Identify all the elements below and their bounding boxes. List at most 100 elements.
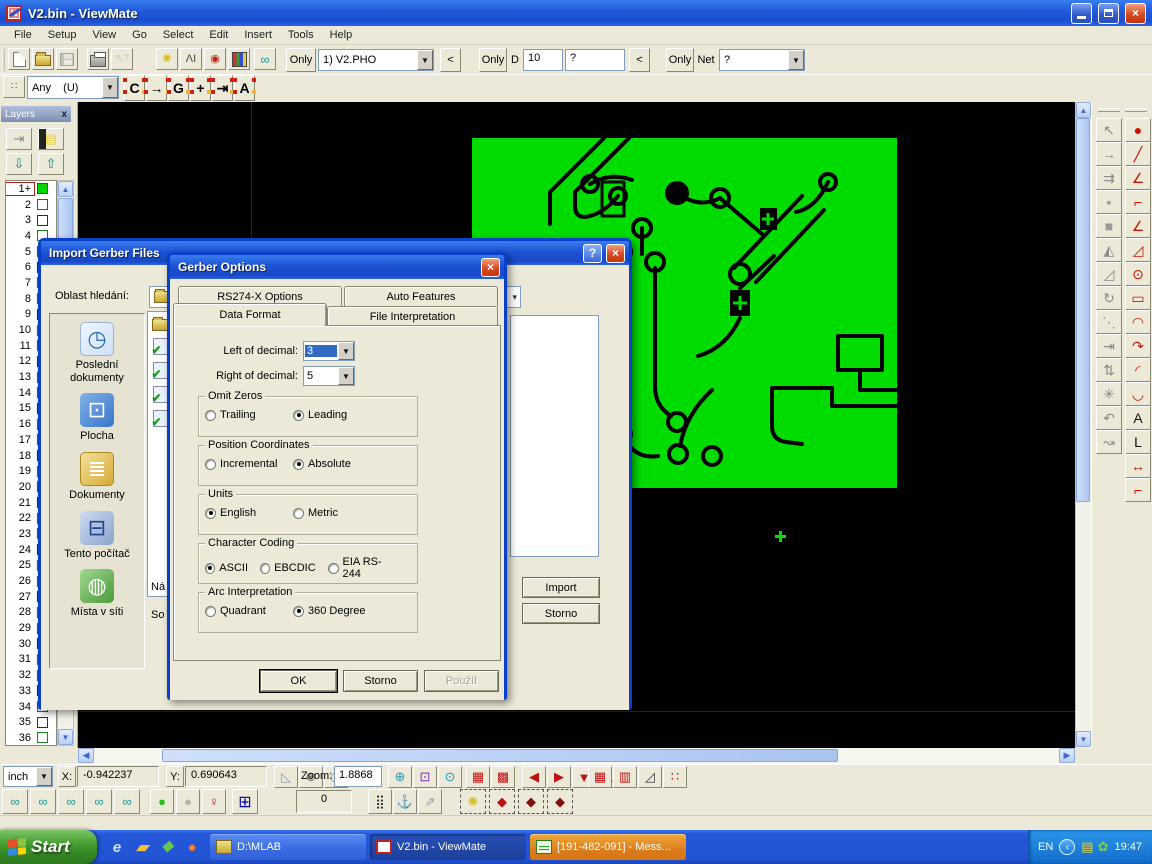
unit-select[interactable]: inch ▼ bbox=[3, 766, 53, 787]
gerber-file-icon[interactable] bbox=[153, 410, 168, 427]
aperture-flash-button[interactable]: + bbox=[190, 75, 211, 101]
scrollbar-thumb[interactable] bbox=[1076, 118, 1090, 502]
scroll-up-icon[interactable]: ▲ bbox=[58, 181, 73, 197]
radio-quadrant[interactable]: Quadrant bbox=[205, 605, 293, 617]
close-button[interactable]: × bbox=[1125, 3, 1146, 24]
viewport-vscrollbar[interactable]: ▲ ▼ bbox=[1075, 102, 1091, 748]
pointer-tool-icon[interactable]: ↖ bbox=[1096, 118, 1122, 142]
layer-select[interactable]: 1) V2.PHO ▼ bbox=[318, 49, 434, 71]
pad-rotate-icon[interactable]: ◆ bbox=[518, 789, 544, 814]
layer-colors-icon[interactable] bbox=[228, 48, 250, 70]
draw-pad-icon[interactable]: ● bbox=[1125, 118, 1151, 142]
grid-add-icon[interactable]: ▦ bbox=[588, 766, 612, 788]
snap-grid-icon[interactable]: ⣿ bbox=[368, 789, 392, 814]
radio-english[interactable]: English bbox=[205, 507, 293, 519]
gerber-file-icon[interactable] bbox=[153, 338, 168, 355]
scroll-down-icon[interactable]: ▼ bbox=[1076, 731, 1091, 747]
undo-arc-tool-icon[interactable]: ↶ bbox=[1096, 406, 1122, 430]
mirror-tool-icon[interactable]: ◭ bbox=[1096, 238, 1122, 262]
menu-item[interactable]: Insert bbox=[236, 27, 280, 43]
tray-notes-icon[interactable]: ▤ bbox=[1081, 839, 1093, 855]
aperture-h-button[interactable]: ⇥ bbox=[212, 75, 233, 101]
tile-windows-icon[interactable]: ⊞ bbox=[232, 789, 258, 814]
draw-arc-line-icon[interactable]: ◠ bbox=[1125, 310, 1151, 334]
draw-line-icon[interactable]: ╱ bbox=[1125, 142, 1151, 166]
menu-item[interactable]: Help bbox=[322, 27, 361, 43]
pad-corner-icon[interactable]: ◆ bbox=[547, 789, 573, 814]
dock-layer-button[interactable]: ⇥ bbox=[6, 128, 32, 150]
aperture-draw-button[interactable]: → bbox=[146, 75, 167, 101]
highlight-on-icon[interactable]: ● bbox=[150, 789, 174, 814]
dialog-title-bar[interactable]: Gerber Options × bbox=[170, 255, 504, 279]
aperture-c-button[interactable]: C bbox=[124, 75, 145, 101]
measure-angle-icon[interactable]: ◺ bbox=[274, 766, 298, 788]
resize-select-icon[interactable]: ◿ bbox=[638, 766, 662, 788]
clock[interactable]: 19:47 bbox=[1114, 841, 1142, 853]
menu-item[interactable]: Setup bbox=[40, 27, 85, 43]
layer-row[interactable]: 2 bbox=[6, 197, 56, 213]
help-icon[interactable]: ? bbox=[583, 244, 602, 263]
menu-item[interactable]: Select bbox=[155, 27, 202, 43]
settings-tool-icon[interactable]: ✳ bbox=[1096, 382, 1122, 406]
selected-files-listbox[interactable] bbox=[510, 315, 599, 557]
zoom-in-icon[interactable]: ⊕ bbox=[388, 766, 412, 788]
layer-stack-button[interactable]: ▤ bbox=[38, 128, 64, 150]
view-traces-icon[interactable]: ∞ bbox=[86, 789, 112, 814]
move-tool-icon[interactable]: → bbox=[1096, 142, 1122, 166]
new-file-icon[interactable] bbox=[8, 48, 30, 70]
step-repeat-tool-icon[interactable]: ⇅ bbox=[1096, 358, 1122, 382]
small-square-tool-icon[interactable]: ▪ bbox=[1096, 190, 1122, 214]
move-vertex-tool-icon[interactable]: ⇥ bbox=[1096, 334, 1122, 358]
gerber-file-icon[interactable] bbox=[153, 386, 168, 403]
cancel-button[interactable]: Storno bbox=[522, 603, 600, 624]
tab-data-format[interactable]: Data Format bbox=[173, 303, 327, 326]
menu-item[interactable]: View bbox=[84, 27, 124, 43]
dcode-input[interactable]: 10 bbox=[523, 49, 563, 71]
pan-right-icon[interactable]: ▶ bbox=[547, 766, 571, 788]
scroll-down-icon[interactable]: ▼ bbox=[58, 729, 73, 745]
only-layer-toggle[interactable]: Only bbox=[286, 48, 316, 72]
folder-icon[interactable] bbox=[152, 319, 169, 331]
draw-rect-icon[interactable]: ▭ bbox=[1125, 286, 1151, 310]
place-plocha[interactable]: ⊡ Plocha bbox=[52, 393, 142, 443]
aperture-filter-select[interactable]: Any (U) ▼ bbox=[27, 76, 119, 99]
scrollbar-thumb[interactable] bbox=[162, 749, 838, 762]
open-file-icon[interactable] bbox=[32, 48, 54, 70]
radio-trailing[interactable]: Trailing bbox=[205, 409, 293, 421]
zoom-selection-icon[interactable]: ⊙ bbox=[438, 766, 462, 788]
view-pads-icon[interactable]: ∞ bbox=[58, 789, 84, 814]
menu-item[interactable]: Go bbox=[124, 27, 155, 43]
layer-color-swatch[interactable] bbox=[37, 732, 48, 743]
draw-corner2-icon[interactable]: ⌐ bbox=[1125, 478, 1151, 502]
draw-label-icon[interactable]: L bbox=[1125, 430, 1151, 454]
place-posledni-dokumenty[interactable]: ◷ Poslední dokumenty bbox=[52, 322, 142, 384]
import-button[interactable]: Import bbox=[522, 577, 600, 598]
draw-corner-icon[interactable]: ⌐ bbox=[1125, 190, 1151, 214]
chevron-down-icon[interactable]: ▼ bbox=[338, 342, 354, 360]
menu-item[interactable]: Tools bbox=[280, 27, 322, 43]
chevron-down-icon[interactable]: ▼ bbox=[417, 50, 433, 70]
view-flash-icon[interactable]: ∞ bbox=[114, 789, 140, 814]
layers-panel-header[interactable]: Layers x bbox=[1, 106, 71, 122]
zoom-window-icon[interactable]: ⊡ bbox=[413, 766, 437, 788]
layer-color-swatch[interactable] bbox=[37, 215, 48, 226]
tray-chevron-icon[interactable]: ‹ bbox=[1059, 839, 1075, 855]
vertex-select-tool-icon[interactable]: ⋱ bbox=[1096, 310, 1122, 334]
place-dokumenty[interactable]: ≣ Dokumenty bbox=[52, 452, 142, 502]
chevron-down-icon[interactable]: ▼ bbox=[102, 77, 118, 98]
task-mlab-folder[interactable]: D:\MLAB bbox=[210, 834, 366, 860]
radio-ebcdic[interactable]: EBCDIC bbox=[260, 556, 316, 580]
layer-row[interactable]: 3 bbox=[6, 212, 56, 228]
layer-color-swatch[interactable] bbox=[37, 183, 48, 194]
anchor-icon[interactable]: ⚓ bbox=[393, 789, 417, 814]
area-select-icon[interactable]: ∷ bbox=[663, 766, 687, 788]
highlight-off-icon[interactable]: ● bbox=[176, 789, 200, 814]
only-net-toggle[interactable]: Only bbox=[666, 48, 694, 72]
save-file-icon[interactable] bbox=[56, 48, 78, 70]
radio-ascii[interactable]: ASCII bbox=[205, 556, 248, 580]
pan-left-icon[interactable]: ◀ bbox=[522, 766, 546, 788]
tab-file-interpretation[interactable]: File Interpretation bbox=[327, 306, 498, 326]
apply-button[interactable]: Použít bbox=[424, 670, 499, 692]
scroll-right-icon[interactable]: ▶ bbox=[1059, 748, 1075, 763]
quicklaunch-folder-icon[interactable]: ▰ bbox=[132, 836, 152, 858]
